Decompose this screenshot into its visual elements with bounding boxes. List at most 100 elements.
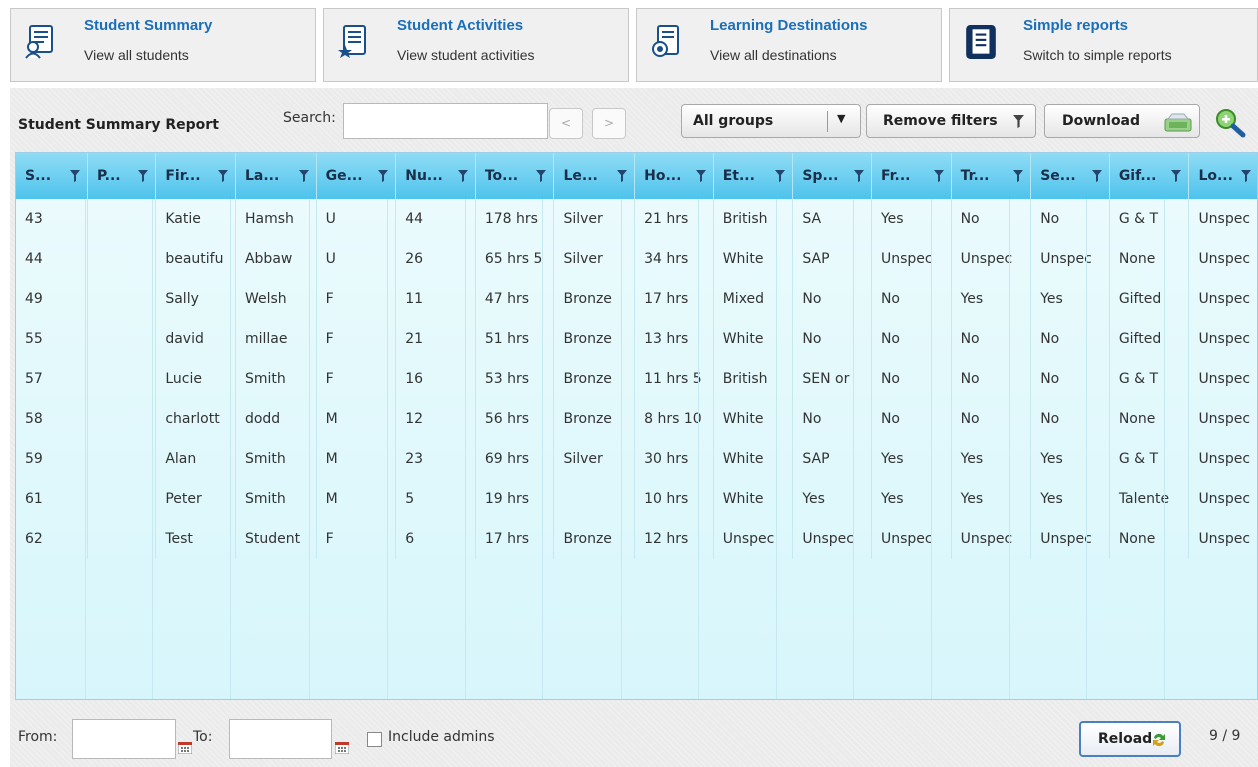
column-header[interactable]: Se... [1030, 153, 1110, 199]
table-cell [87, 399, 157, 439]
column-header[interactable]: Lo... [1188, 153, 1257, 199]
table-cell: Yes [871, 439, 952, 479]
filter-icon[interactable] [775, 170, 786, 182]
column-header[interactable]: Sp... [792, 153, 872, 199]
filter-icon[interactable] [933, 170, 944, 182]
nav-simple-reports[interactable]: Simple reports Switch to simple reports [949, 8, 1258, 82]
column-divider [931, 199, 932, 699]
column-header[interactable]: P... [87, 153, 157, 199]
table-cell: Unspec [871, 519, 952, 559]
filter-icon[interactable] [1241, 170, 1251, 182]
to-date-input[interactable] [229, 719, 332, 759]
table-cell: G & T [1109, 359, 1190, 399]
table-cell: Talente [1109, 479, 1190, 519]
column-header-label: Nu... [405, 168, 443, 184]
column-header[interactable]: To... [475, 153, 555, 199]
column-header[interactable]: Et... [713, 153, 794, 199]
prev-page-button[interactable]: < [549, 108, 583, 139]
table-cell: 55 [16, 319, 88, 359]
table-cell: Unspec [951, 239, 1032, 279]
table-cell: F [316, 319, 397, 359]
report-panel: Student Summary Report Search: < > All g… [10, 88, 1258, 767]
column-header[interactable]: Fr... [871, 153, 952, 199]
column-header[interactable]: La... [235, 153, 317, 199]
table-row[interactable]: 59 Alan Smith M 23 69 hrs Silver 30 hrs White SAP… [16, 439, 1257, 479]
table-row[interactable]: 62 Test Student F 6 17 hrs Bronze 12 hrs Unspec U… [16, 519, 1257, 559]
next-page-button[interactable]: > [592, 108, 626, 139]
to-label: To: [193, 729, 213, 745]
filter-icon[interactable] [617, 170, 628, 182]
nav-student-summary[interactable]: Student Summary View all students [10, 8, 316, 82]
table-body: 43 Katie Hamsh U 44 178 hrs Silver 21 hrs Britis… [16, 199, 1257, 559]
table-row[interactable]: 61 Peter Smith M 5 19 hrs 10 hrs White Yes Yes Yes… [16, 479, 1257, 519]
from-date-input[interactable] [72, 719, 176, 759]
table-cell: Abbaw [235, 239, 317, 279]
nav-title: Student Summary [84, 17, 213, 34]
include-admins-checkbox[interactable] [367, 732, 382, 747]
column-divider [542, 199, 543, 699]
table-cell: No [871, 359, 952, 399]
table-cell: M [316, 399, 397, 439]
table-cell: Unspec [1188, 239, 1257, 279]
table-cell: No [1030, 199, 1110, 239]
filter-icon[interactable] [298, 170, 309, 182]
table-row[interactable]: 49 Sally Welsh F 11 47 hrs Bronze 17 hrs Mixed No… [16, 279, 1257, 319]
column-header[interactable]: S... [16, 153, 88, 199]
filter-icon[interactable] [217, 170, 228, 182]
search-input[interactable] [343, 103, 548, 139]
column-header-label: Fir... [165, 168, 201, 184]
calendar-icon[interactable] [335, 742, 349, 754]
column-header[interactable]: Gif... [1109, 153, 1190, 199]
filter-icon[interactable] [1013, 170, 1024, 182]
table-cell: Bronze [553, 399, 636, 439]
filter-icon[interactable] [536, 170, 547, 182]
table-cell: White [713, 319, 794, 359]
table-cell: 49 [16, 279, 88, 319]
report-title: Student Summary Report [18, 117, 219, 133]
column-header[interactable]: Ho... [634, 153, 714, 199]
table-cell [553, 479, 636, 519]
download-button[interactable]: Download [1044, 104, 1200, 138]
table-row[interactable]: 55 david millae F 21 51 hrs Bronze 13 hrs White N… [16, 319, 1257, 359]
remove-filters-button[interactable]: Remove filters [866, 104, 1036, 138]
table-cell: Welsh [235, 279, 317, 319]
filter-icon[interactable] [853, 170, 864, 182]
table-cell: Bronze [553, 279, 636, 319]
table-cell: 21 hrs [634, 199, 714, 239]
table-cell: F [316, 279, 397, 319]
nav-student-activities[interactable]: Student Activities View student activiti… [323, 8, 629, 82]
groups-dropdown[interactable]: All groups ▼ [681, 104, 861, 138]
table-cell: M [316, 479, 397, 519]
reload-button[interactable]: Reload [1079, 721, 1181, 757]
zoom-in-icon[interactable] [1213, 106, 1247, 138]
column-header[interactable]: Le... [553, 153, 636, 199]
table-cell: Unspec [1030, 239, 1110, 279]
table-cell [87, 319, 157, 359]
table-cell: Unspec [792, 519, 872, 559]
filter-icon[interactable] [138, 170, 149, 182]
table-cell: No [951, 319, 1032, 359]
filter-icon[interactable] [695, 170, 706, 182]
column-header[interactable]: Nu... [395, 153, 476, 199]
table-cell: SAP [792, 439, 872, 479]
table-cell: Sally [155, 279, 236, 319]
filter-icon[interactable] [69, 170, 80, 182]
table-cell: Mixed [713, 279, 794, 319]
table-row[interactable]: 57 Lucie Smith F 16 53 hrs Bronze 11 hrs 5 Briti… [16, 359, 1257, 399]
table-row[interactable]: 58 charlott dodd M 12 56 hrs Bronze 8 hrs 10 Whi… [16, 399, 1257, 439]
calendar-icon[interactable] [178, 742, 192, 754]
filter-icon[interactable] [457, 170, 468, 182]
table-cell: 10 hrs [634, 479, 714, 519]
table-row[interactable]: 43 Katie Hamsh U 44 178 hrs Silver 21 hrs Britis… [16, 199, 1257, 239]
nav-learning-destinations[interactable]: Learning Destinations View all destinati… [636, 8, 942, 82]
table-cell: F [316, 359, 397, 399]
table-cell: F [316, 519, 397, 559]
column-header[interactable]: Fir... [155, 153, 236, 199]
column-header-label: Se... [1040, 168, 1076, 184]
filter-icon[interactable] [1171, 170, 1182, 182]
filter-icon[interactable] [1091, 170, 1102, 182]
column-header[interactable]: Ge... [316, 153, 397, 199]
column-header[interactable]: Tr... [951, 153, 1032, 199]
filter-icon[interactable] [378, 170, 389, 182]
table-row[interactable]: 44 beautifu Abbaw U 26 65 hrs 5 Silver 34 hrs Wh… [16, 239, 1257, 279]
